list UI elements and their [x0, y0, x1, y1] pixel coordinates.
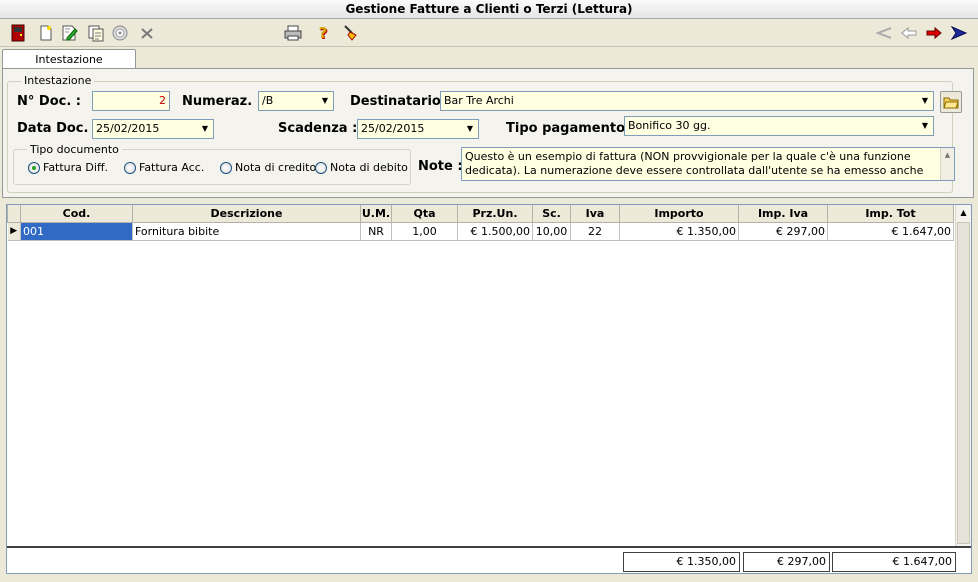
tipo-pagamento-value: Bonifico 30 gg. [628, 119, 711, 132]
data-doc-picker[interactable]: 25/02/2015 ▼ [92, 119, 214, 139]
delete-icon[interactable] [137, 23, 157, 43]
tab-intestazione-documento[interactable]: Intestazione Documento [2, 49, 136, 85]
chevron-down-icon[interactable]: ▼ [197, 120, 213, 138]
row-indicator-header [7, 205, 21, 223]
col-header-importo[interactable]: Importo [619, 205, 739, 223]
cell-imp-iva[interactable]: € 297,00 [738, 222, 828, 241]
grid-header-row: Cod. Descrizione U.M. Qta Prz.Un. Sc. Iv… [7, 205, 954, 223]
col-header-iva[interactable]: Iva [570, 205, 620, 223]
num-doc-field[interactable]: 2 [92, 91, 170, 111]
next-record-icon[interactable] [924, 23, 944, 43]
tipo-documento-label: Tipo documento [27, 143, 122, 156]
tipo-pagamento-select[interactable]: Bonifico 30 gg. ▼ [624, 116, 934, 136]
radio-nota-credito[interactable]: Nota di credito [220, 161, 316, 174]
note-label: Note : [418, 159, 463, 174]
radio-label: Fattura Diff. [43, 161, 109, 174]
data-doc-label: Data Doc. : [17, 121, 99, 136]
col-header-descrizione[interactable]: Descrizione [132, 205, 361, 223]
row-pointer-icon: ▶ [7, 222, 21, 241]
clear-icon[interactable] [340, 23, 360, 43]
table-row[interactable]: ▶ 001 Fornitura bibite NR 1,00 € 1.500,0… [7, 222, 954, 241]
radio-fattura-diff[interactable]: Fattura Diff. [28, 161, 108, 174]
cell-imp-tot[interactable]: € 1.647,00 [827, 222, 954, 241]
print-icon[interactable] [283, 23, 303, 43]
last-record-icon[interactable] [949, 23, 969, 43]
scadenza-label: Scadenza : [278, 121, 358, 136]
cell-prz-un[interactable]: € 1.500,00 [457, 222, 533, 241]
col-header-imp-iva[interactable]: Imp. Iva [738, 205, 828, 223]
previous-record-icon[interactable] [899, 23, 919, 43]
radio-nota-debito[interactable]: Nota di debito [315, 161, 408, 174]
cell-qta[interactable]: 1,00 [391, 222, 458, 241]
note-textarea[interactable]: Questo è un esempio di fattura (NON prov… [461, 147, 955, 181]
first-record-icon[interactable] [874, 23, 894, 43]
scroll-up-icon[interactable]: ▲ [956, 205, 971, 221]
scadenza-value: 25/02/2015 [361, 122, 425, 135]
destinatario-label: Destinatario : [350, 94, 451, 109]
open-folder-icon[interactable] [940, 91, 962, 113]
chevron-down-icon[interactable]: ▼ [917, 92, 933, 110]
cell-cod[interactable]: 001 [20, 222, 133, 241]
col-header-imp-tot[interactable]: Imp. Tot [827, 205, 954, 223]
col-header-prz-un[interactable]: Prz.Un. [457, 205, 533, 223]
numeraz-select[interactable]: /B ▼ [258, 91, 334, 111]
chevron-down-icon[interactable]: ▼ [462, 120, 478, 138]
help-icon[interactable]: ? [313, 23, 333, 43]
cell-iva[interactable]: 22 [570, 222, 620, 241]
radio-label: Fattura Acc. [139, 161, 205, 174]
cell-um[interactable]: NR [360, 222, 392, 241]
numeraz-label: Numeraz. : [182, 94, 262, 109]
col-header-um[interactable]: U.M. [360, 205, 392, 223]
numeraz-value: /B [262, 94, 274, 107]
radio-fattura-acc[interactable]: Fattura Acc. [124, 161, 204, 174]
total-importo: € 1.350,00 [623, 552, 740, 572]
tab-strip: Intestazione Documento [0, 48, 978, 85]
cell-descrizione[interactable]: Fornitura bibite [132, 222, 361, 241]
radio-dot[interactable] [315, 161, 327, 174]
col-header-qta[interactable]: Qta [391, 205, 458, 223]
data-doc-value: 25/02/2015 [96, 122, 160, 135]
scadenza-picker[interactable]: 25/02/2015 ▼ [357, 119, 479, 139]
note-scrollbar[interactable]: ▲▼ [940, 148, 954, 180]
chevron-down-icon[interactable]: ▼ [917, 117, 933, 135]
total-imp-iva: € 297,00 [743, 552, 830, 572]
tipo-pagamento-label: Tipo pagamento : [506, 121, 635, 136]
radio-dot[interactable] [124, 161, 136, 174]
chevron-down-icon[interactable]: ▼ [317, 92, 333, 110]
new-document-icon[interactable] [36, 23, 56, 43]
window-title: Gestione Fatture a Clienti o Terzi (Lett… [0, 0, 978, 19]
cell-importo[interactable]: € 1.350,00 [619, 222, 739, 241]
intestazione-group-label: Intestazione [21, 74, 95, 87]
disk-icon[interactable] [110, 23, 130, 43]
destinatario-value: Bar Tre Archi [444, 94, 514, 107]
tab-panel: Intestazione N° Doc. : 2 Numeraz. : /B ▼… [2, 68, 974, 198]
invoice-lines-table: Cod. Descrizione U.M. Qta Prz.Un. Sc. Iv… [7, 205, 954, 241]
radio-dot[interactable] [28, 161, 40, 174]
totals-row: € 1.350,00 € 297,00 € 1.647,00 [7, 546, 971, 573]
exit-icon[interactable] [8, 23, 28, 43]
col-header-sc[interactable]: Sc. [532, 205, 571, 223]
radio-dot[interactable] [220, 161, 232, 174]
radio-label: Nota di credito [235, 161, 317, 174]
destinatario-select[interactable]: Bar Tre Archi ▼ [440, 91, 934, 111]
note-text: Questo è un esempio di fattura (NON prov… [465, 150, 924, 180]
total-imp-tot: € 1.647,00 [832, 552, 956, 572]
radio-label: Nota di debito [330, 161, 408, 174]
copy-icon[interactable] [86, 23, 106, 43]
cell-sc[interactable]: 10,00 [532, 222, 571, 241]
invoice-lines-grid: Cod. Descrizione U.M. Qta Prz.Un. Sc. Iv… [6, 204, 972, 574]
edit-icon[interactable] [60, 23, 80, 43]
toolbar: ? [0, 19, 978, 47]
scroll-thumb[interactable] [957, 222, 970, 544]
col-header-cod[interactable]: Cod. [20, 205, 133, 223]
num-doc-label: N° Doc. : [17, 94, 81, 109]
grid-vertical-scrollbar[interactable]: ▲ [955, 205, 971, 546]
